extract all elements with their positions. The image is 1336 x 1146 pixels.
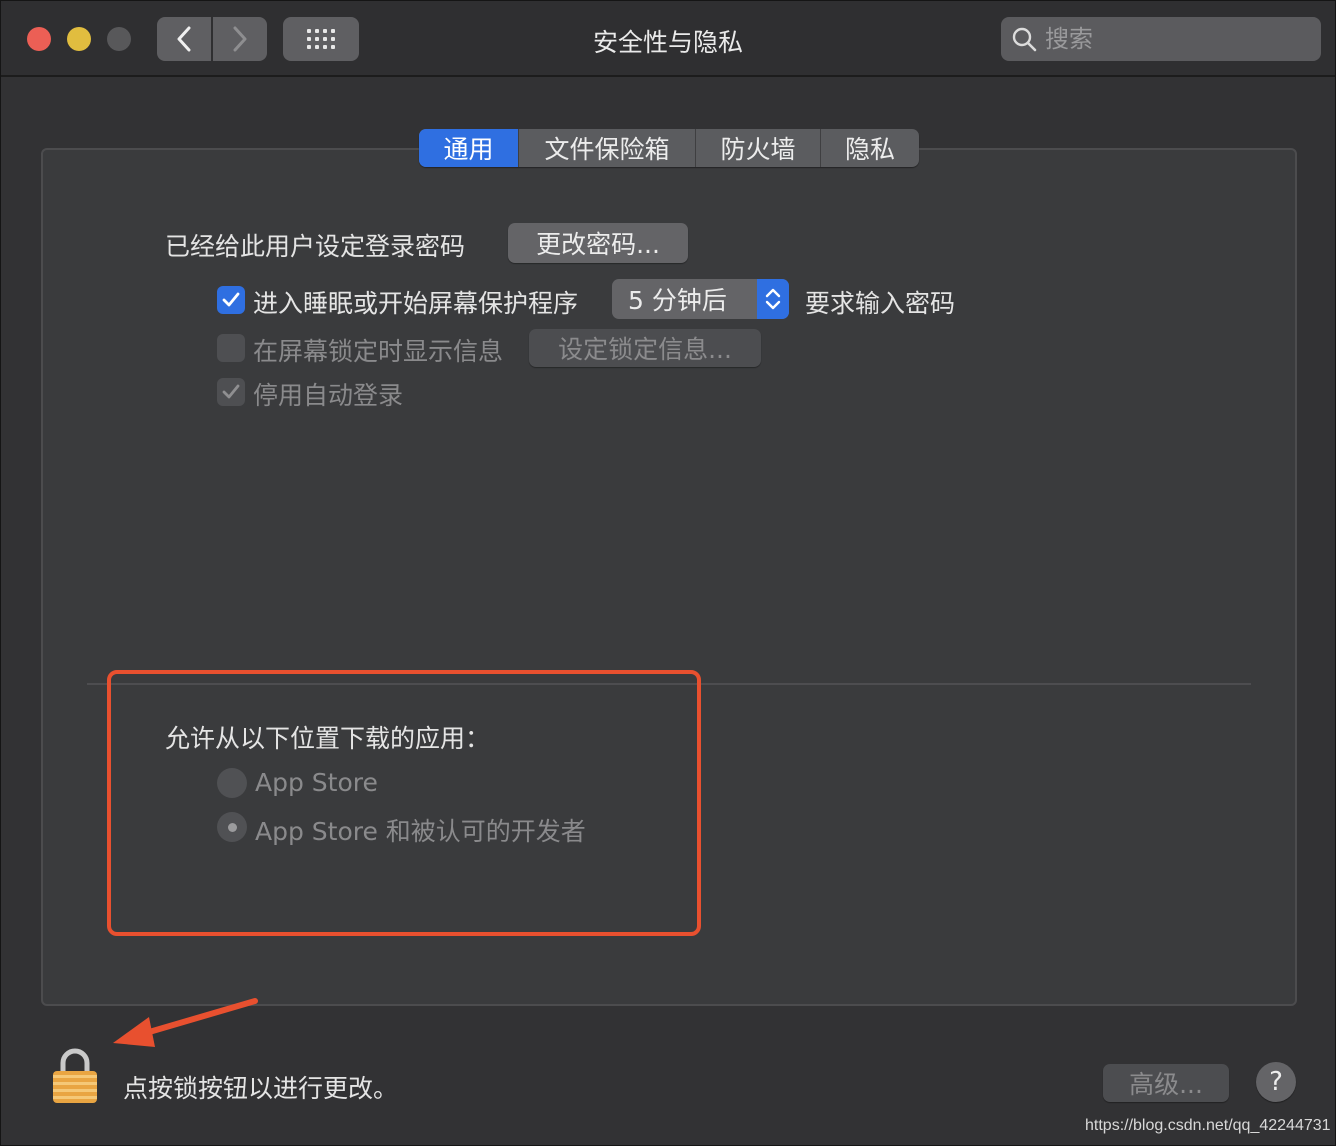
- password-set-label: 已经给此用户设定登录密码: [165, 232, 466, 261]
- search-input[interactable]: [1045, 25, 1295, 53]
- set-lock-message-button[interactable]: 设定锁定信息...: [529, 329, 761, 367]
- tab-general[interactable]: 通用: [419, 129, 519, 167]
- checkmark-icon: [222, 384, 240, 399]
- require-password-checkbox[interactable]: [217, 286, 245, 314]
- show-message-checkbox[interactable]: [217, 334, 245, 362]
- tab-firewall[interactable]: 防火墙: [696, 129, 821, 167]
- require-password-suffix: 要求输入密码: [805, 289, 956, 318]
- show-message-label: 在屏幕锁定时显示信息: [253, 337, 504, 366]
- tab-bar: 通用 文件保险箱 防火墙 隐私: [419, 129, 919, 167]
- lock-icon[interactable]: [51, 1047, 99, 1105]
- advanced-button[interactable]: 高级...: [1103, 1064, 1229, 1102]
- search-icon: [1012, 27, 1037, 52]
- updown-arrows-icon: [757, 279, 789, 319]
- tab-filevault[interactable]: 文件保险箱: [519, 129, 696, 167]
- password-delay-value: 5 分钟后: [628, 286, 727, 315]
- annotation-arrow-icon: [113, 998, 258, 1047]
- password-delay-select[interactable]: 5 分钟后: [612, 279, 789, 319]
- checkmark-icon: [222, 292, 240, 307]
- change-password-button[interactable]: 更改密码...: [508, 223, 688, 263]
- help-button[interactable]: ?: [1256, 1062, 1296, 1102]
- search-box[interactable]: [1001, 17, 1321, 61]
- title-bar: 安全性与隐私: [1, 1, 1335, 77]
- preferences-window: 安全性与隐私 通用 文件保险箱 防火墙 隐私 已经给此用户设定登录密码 更改密码…: [0, 0, 1336, 1146]
- watermark-text: https://blog.csdn.net/qq_42244731: [1085, 1117, 1331, 1134]
- annotation-highlight-box: [107, 670, 701, 936]
- lock-hint-text: 点按锁按钮以进行更改。: [123, 1074, 399, 1103]
- disable-auto-login-label: 停用自动登录: [253, 381, 404, 410]
- tab-privacy[interactable]: 隐私: [821, 129, 919, 167]
- disable-auto-login-checkbox[interactable]: [217, 378, 245, 406]
- require-password-label: 进入睡眠或开始屏幕保护程序: [253, 289, 579, 318]
